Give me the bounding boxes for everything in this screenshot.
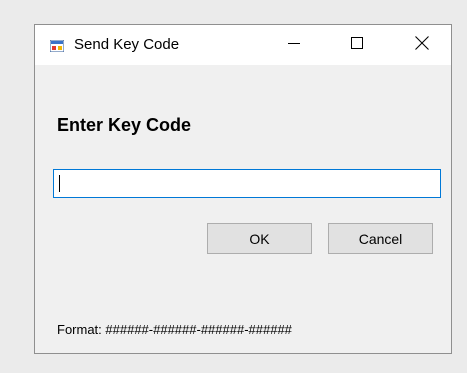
- text-caret: [59, 175, 60, 192]
- ok-button[interactable]: OK: [207, 223, 312, 254]
- maximize-icon: [351, 36, 363, 54]
- window-title: Send Key Code: [74, 36, 180, 53]
- title-bar[interactable]: Send Key Code: [35, 25, 451, 65]
- format-hint: Format: ######-######-######-######: [57, 322, 292, 337]
- dialog-heading: Enter Key Code: [57, 115, 192, 135]
- key-code-input[interactable]: [53, 169, 441, 198]
- app-window-icon: [49, 39, 65, 53]
- minimize-icon: [288, 36, 300, 54]
- maximize-button[interactable]: [334, 25, 380, 65]
- send-key-code-dialog: Send Key Code Enter Key Code OK Cancel F…: [34, 24, 452, 354]
- close-icon: [415, 35, 429, 55]
- close-button[interactable]: [399, 25, 445, 65]
- cancel-button[interactable]: Cancel: [328, 223, 433, 254]
- minimize-button[interactable]: [271, 25, 317, 65]
